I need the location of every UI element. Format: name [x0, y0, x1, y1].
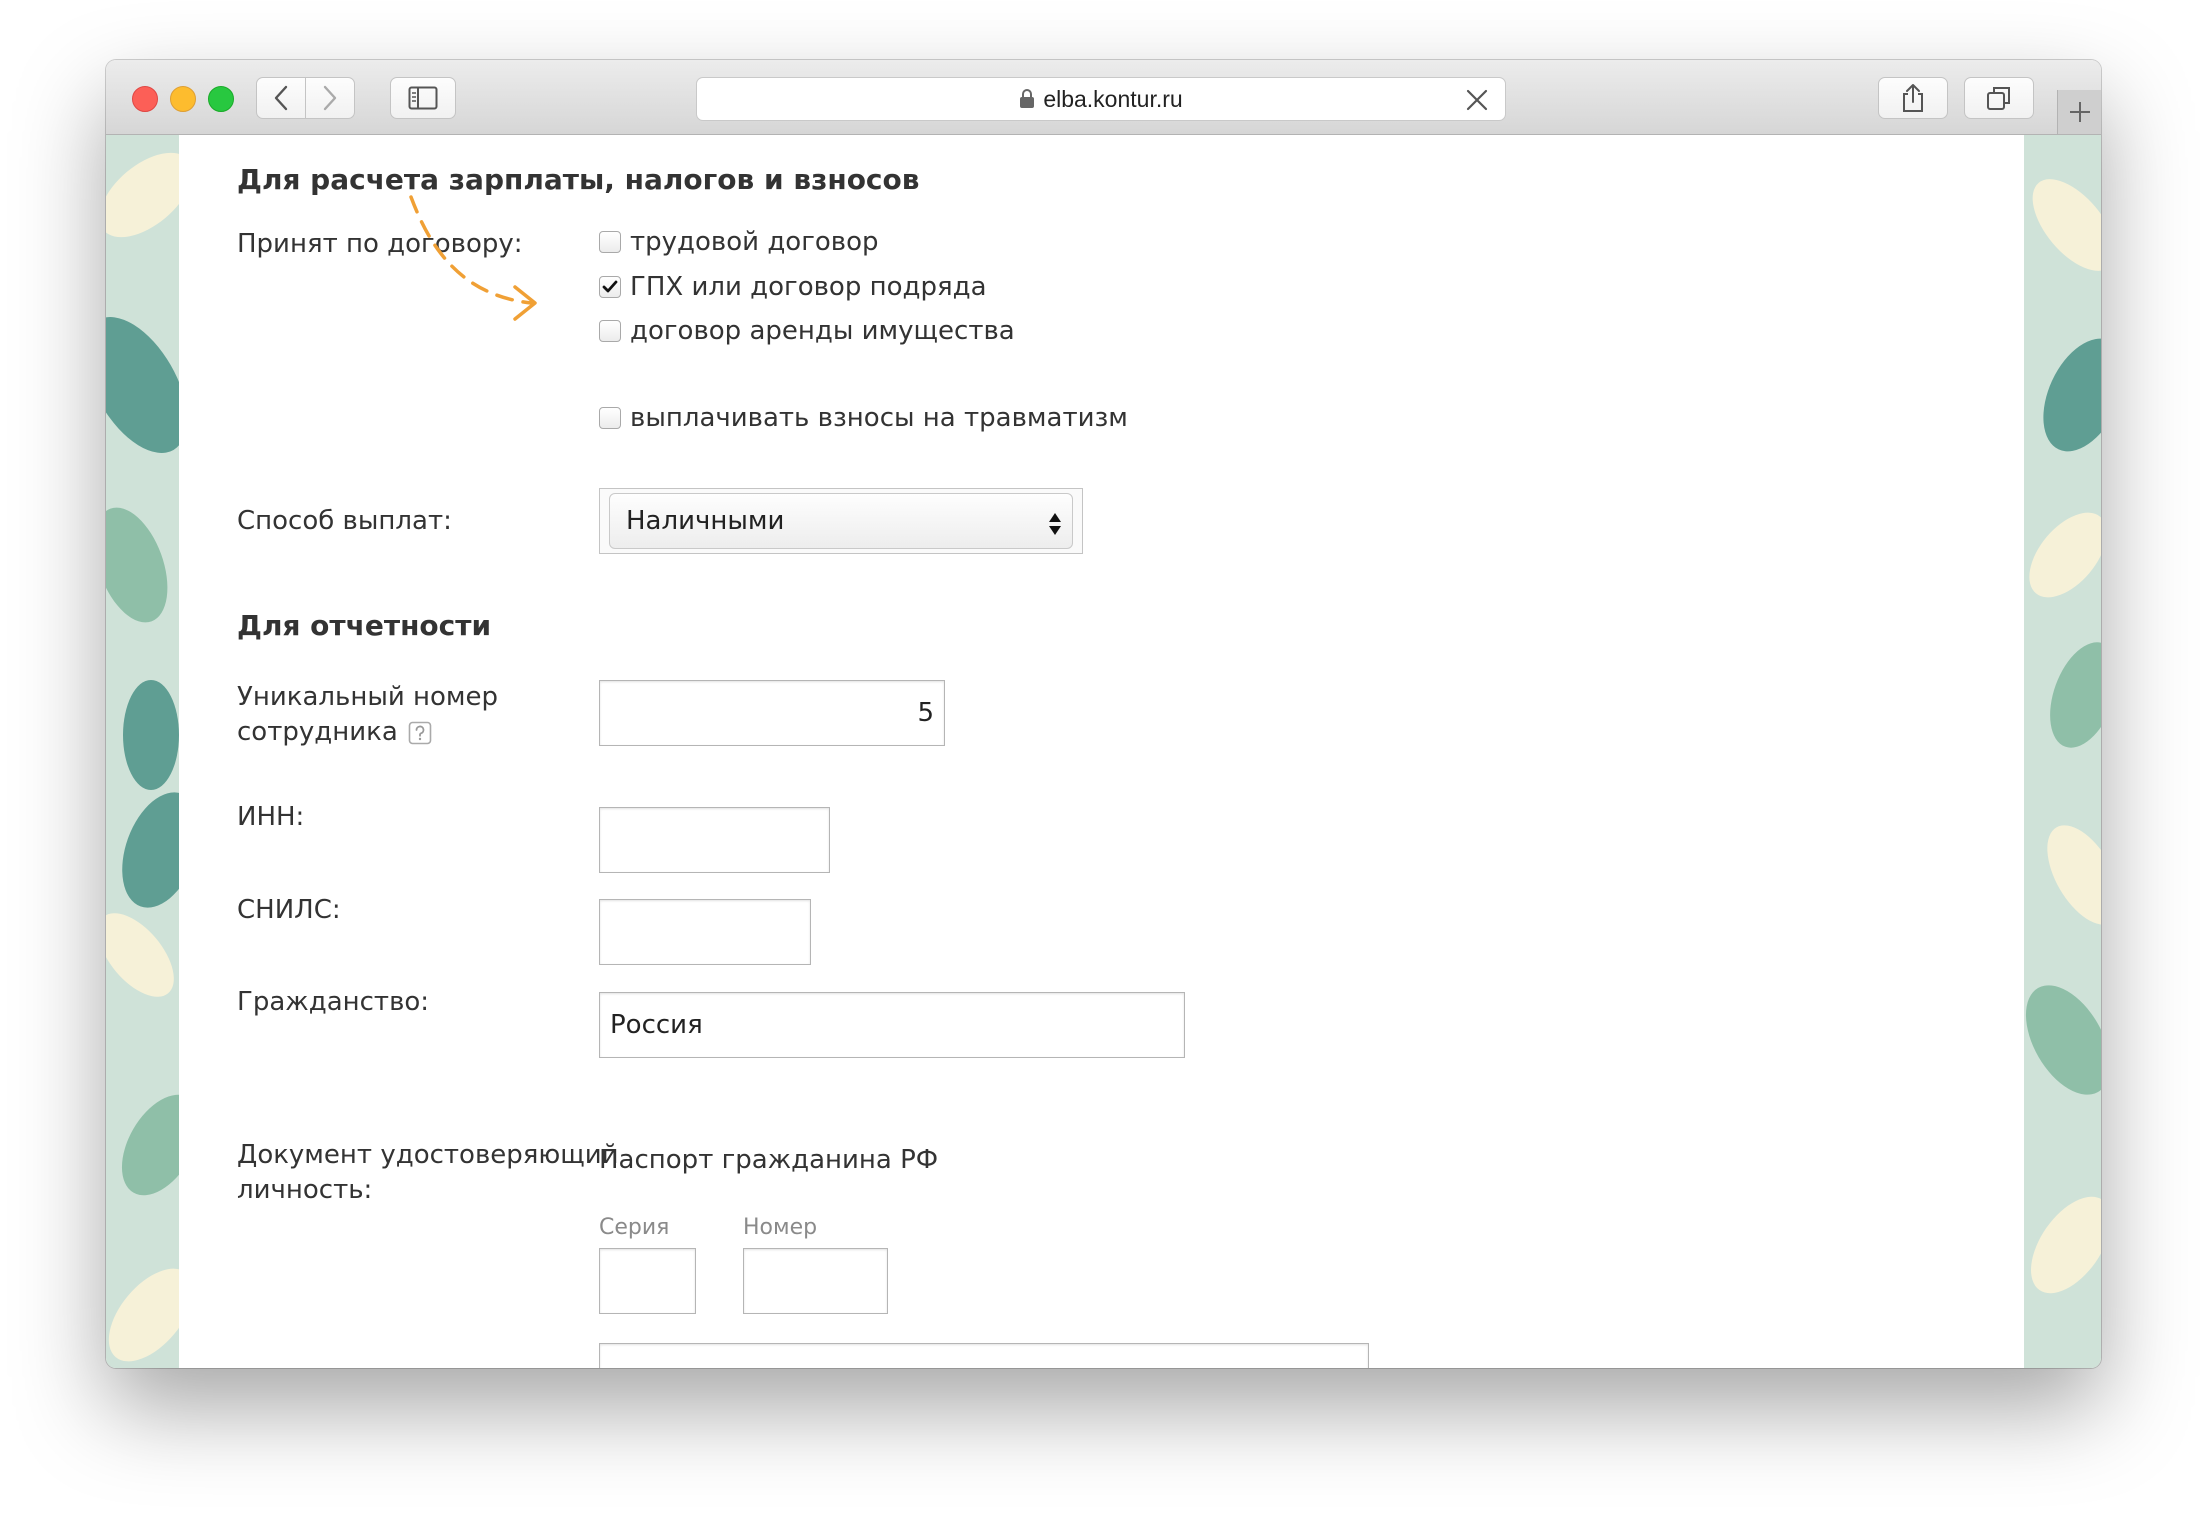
contract-type-label: Принят по договору:	[237, 229, 523, 259]
page-viewport: Для расчета зарплаты, налогов и взносов …	[106, 135, 2101, 1368]
citizenship-label: Гражданство:	[237, 987, 430, 1017]
injury-contrib-option[interactable]: выплачивать взносы на травматизм	[599, 403, 1128, 433]
tabs-icon	[1987, 87, 2010, 110]
next-field-input[interactable]	[599, 1343, 1369, 1368]
payment-method-value: Наличными	[626, 506, 785, 536]
id-document-label-line1: Документ удостоверяющий	[237, 1140, 619, 1170]
employee-number-input[interactable]: 5	[599, 680, 945, 746]
employee-number-label-line2: сотрудника	[237, 717, 398, 747]
lock-icon	[1020, 89, 1035, 108]
snils-label: СНИЛС:	[237, 895, 341, 925]
payment-method-select[interactable]: Наличными	[599, 488, 1083, 554]
checkbox-label: выплачивать взносы на травматизм	[630, 403, 1128, 433]
payment-method-select-box: Наличными	[609, 493, 1073, 549]
contract-option-gph[interactable]: ГПХ или договор подряда	[599, 272, 987, 302]
new-tab-button[interactable]	[2057, 90, 2101, 134]
forward-button[interactable]	[305, 77, 355, 119]
contract-option-labor[interactable]: трудовой договор	[599, 227, 879, 257]
checkbox[interactable]	[599, 320, 621, 342]
browser-toolbar: elba.kontur.ru	[106, 60, 2101, 135]
citizenship-input[interactable]: Россия	[599, 992, 1185, 1058]
page-content: Для расчета зарплаты, налогов и взносов …	[179, 135, 2024, 1368]
checkbox-checked[interactable]	[599, 276, 621, 298]
minimize-window-button[interactable]	[170, 86, 196, 112]
maximize-window-button[interactable]	[208, 86, 234, 112]
address-bar[interactable]: elba.kontur.ru	[696, 77, 1506, 121]
checkbox-label: трудовой договор	[630, 227, 879, 257]
sidebar-toggle-button[interactable]	[390, 77, 456, 119]
address-text-wrap: elba.kontur.ru	[697, 78, 1505, 120]
help-icon[interactable]	[408, 721, 432, 745]
contract-option-rent[interactable]: договор аренды имущества	[599, 316, 1015, 346]
share-button[interactable]	[1878, 77, 1948, 119]
series-label: Серия	[599, 1215, 670, 1240]
clear-url-icon[interactable]	[1465, 88, 1489, 112]
plus-icon	[2069, 102, 2090, 122]
back-icon	[274, 85, 288, 111]
checkbox-label: ГПХ или договор подряда	[630, 272, 987, 302]
employee-number-label-line1: Уникальный номер	[237, 682, 499, 712]
id-document-label: Документ удостоверяющий личность:	[237, 1138, 619, 1208]
select-arrows-icon	[1049, 513, 1061, 535]
browser-window: elba.kontur.ru Для расчета зарплаты, нал…	[106, 60, 2101, 1368]
id-document-label-line2: личность:	[237, 1175, 373, 1205]
employee-number-label-line2-wrap: сотрудника	[237, 715, 498, 750]
series-input[interactable]	[599, 1248, 696, 1314]
show-tabs-button[interactable]	[1964, 77, 2034, 119]
sidebar-icon	[408, 86, 438, 110]
section-reporting-heading: Для отчетности	[237, 609, 492, 642]
inn-input[interactable]	[599, 807, 830, 873]
forward-icon	[323, 85, 337, 111]
payment-method-label: Способ выплат:	[237, 506, 452, 536]
number-input[interactable]	[743, 1248, 888, 1314]
checkbox-label: договор аренды имущества	[630, 316, 1015, 346]
url-text: elba.kontur.ru	[1043, 85, 1183, 112]
share-icon	[1903, 84, 1923, 112]
checkmark-icon	[602, 280, 618, 293]
close-window-button[interactable]	[132, 86, 158, 112]
snils-input[interactable]	[599, 899, 811, 965]
id-document-value: Паспорт гражданина РФ	[599, 1145, 939, 1175]
checkbox[interactable]	[599, 231, 621, 253]
employee-number-label: Уникальный номер сотрудника	[237, 680, 498, 750]
checkbox[interactable]	[599, 407, 621, 429]
inn-label: ИНН:	[237, 802, 305, 832]
number-label: Номер	[743, 1215, 818, 1240]
section-salary-heading: Для расчета зарплаты, налогов и взносов	[237, 163, 920, 196]
back-button[interactable]	[256, 77, 306, 119]
